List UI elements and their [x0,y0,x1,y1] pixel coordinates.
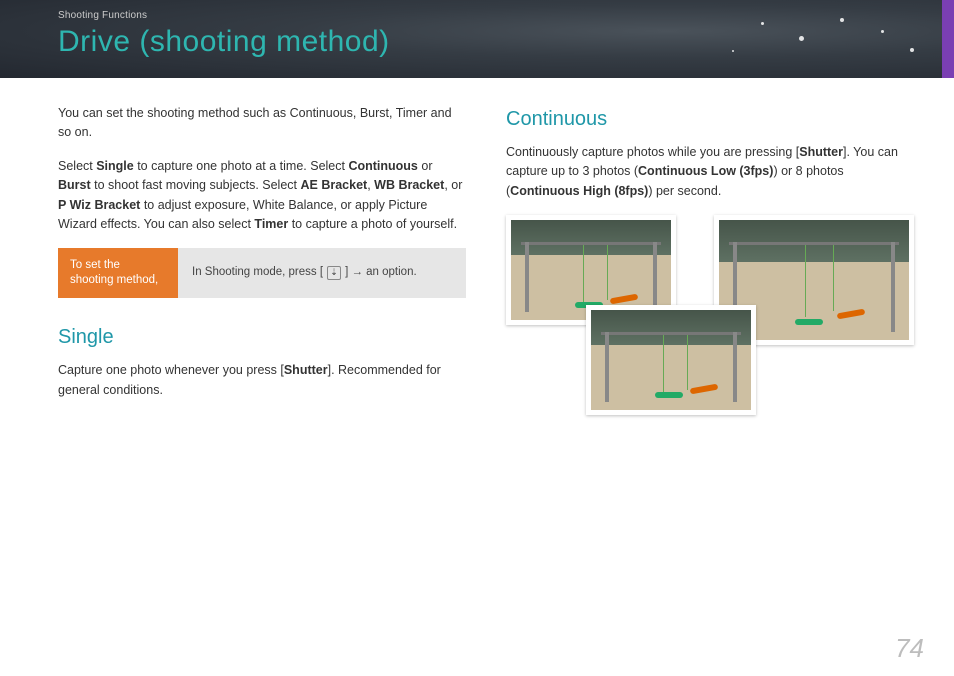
page-header: Shooting Functions Drive (shooting metho… [0,0,954,78]
sparkle-icon [910,48,914,52]
breadcrumb: Shooting Functions [58,10,954,21]
continuous-paragraph: Continuously capture photos while you ar… [506,143,914,201]
sample-photo [586,305,756,415]
modes-paragraph: Select Single to capture one photo at a … [58,157,466,235]
single-paragraph: Capture one photo whenever you press [Sh… [58,361,466,400]
manual-page: Shooting Functions Drive (shooting metho… [0,0,954,676]
sparkle-icon [761,22,764,25]
page-number: 74 [895,633,924,664]
instruction-label: To set the shooting method, [58,248,178,298]
instruction-body: In Shooting mode, press [ ⇣ ] → an optio… [178,248,466,298]
sparkle-icon [840,18,844,22]
sparkle-icon [881,30,884,33]
instruction-row: To set the shooting method, In Shooting … [58,248,466,298]
left-column: You can set the shooting method such as … [58,104,466,455]
sparkle-icon [799,36,804,41]
page-title: Drive (shooting method) [58,25,954,59]
sparkle-icon [732,50,734,52]
intro-paragraph: You can set the shooting method such as … [58,104,466,143]
single-heading: Single [58,322,466,353]
right-column: Continuous Continuously capture photos w… [506,104,914,455]
content-columns: You can set the shooting method such as … [0,78,954,455]
drive-button-icon: ⇣ [327,266,341,280]
continuous-photo-collage [506,215,914,455]
continuous-heading: Continuous [506,104,914,135]
